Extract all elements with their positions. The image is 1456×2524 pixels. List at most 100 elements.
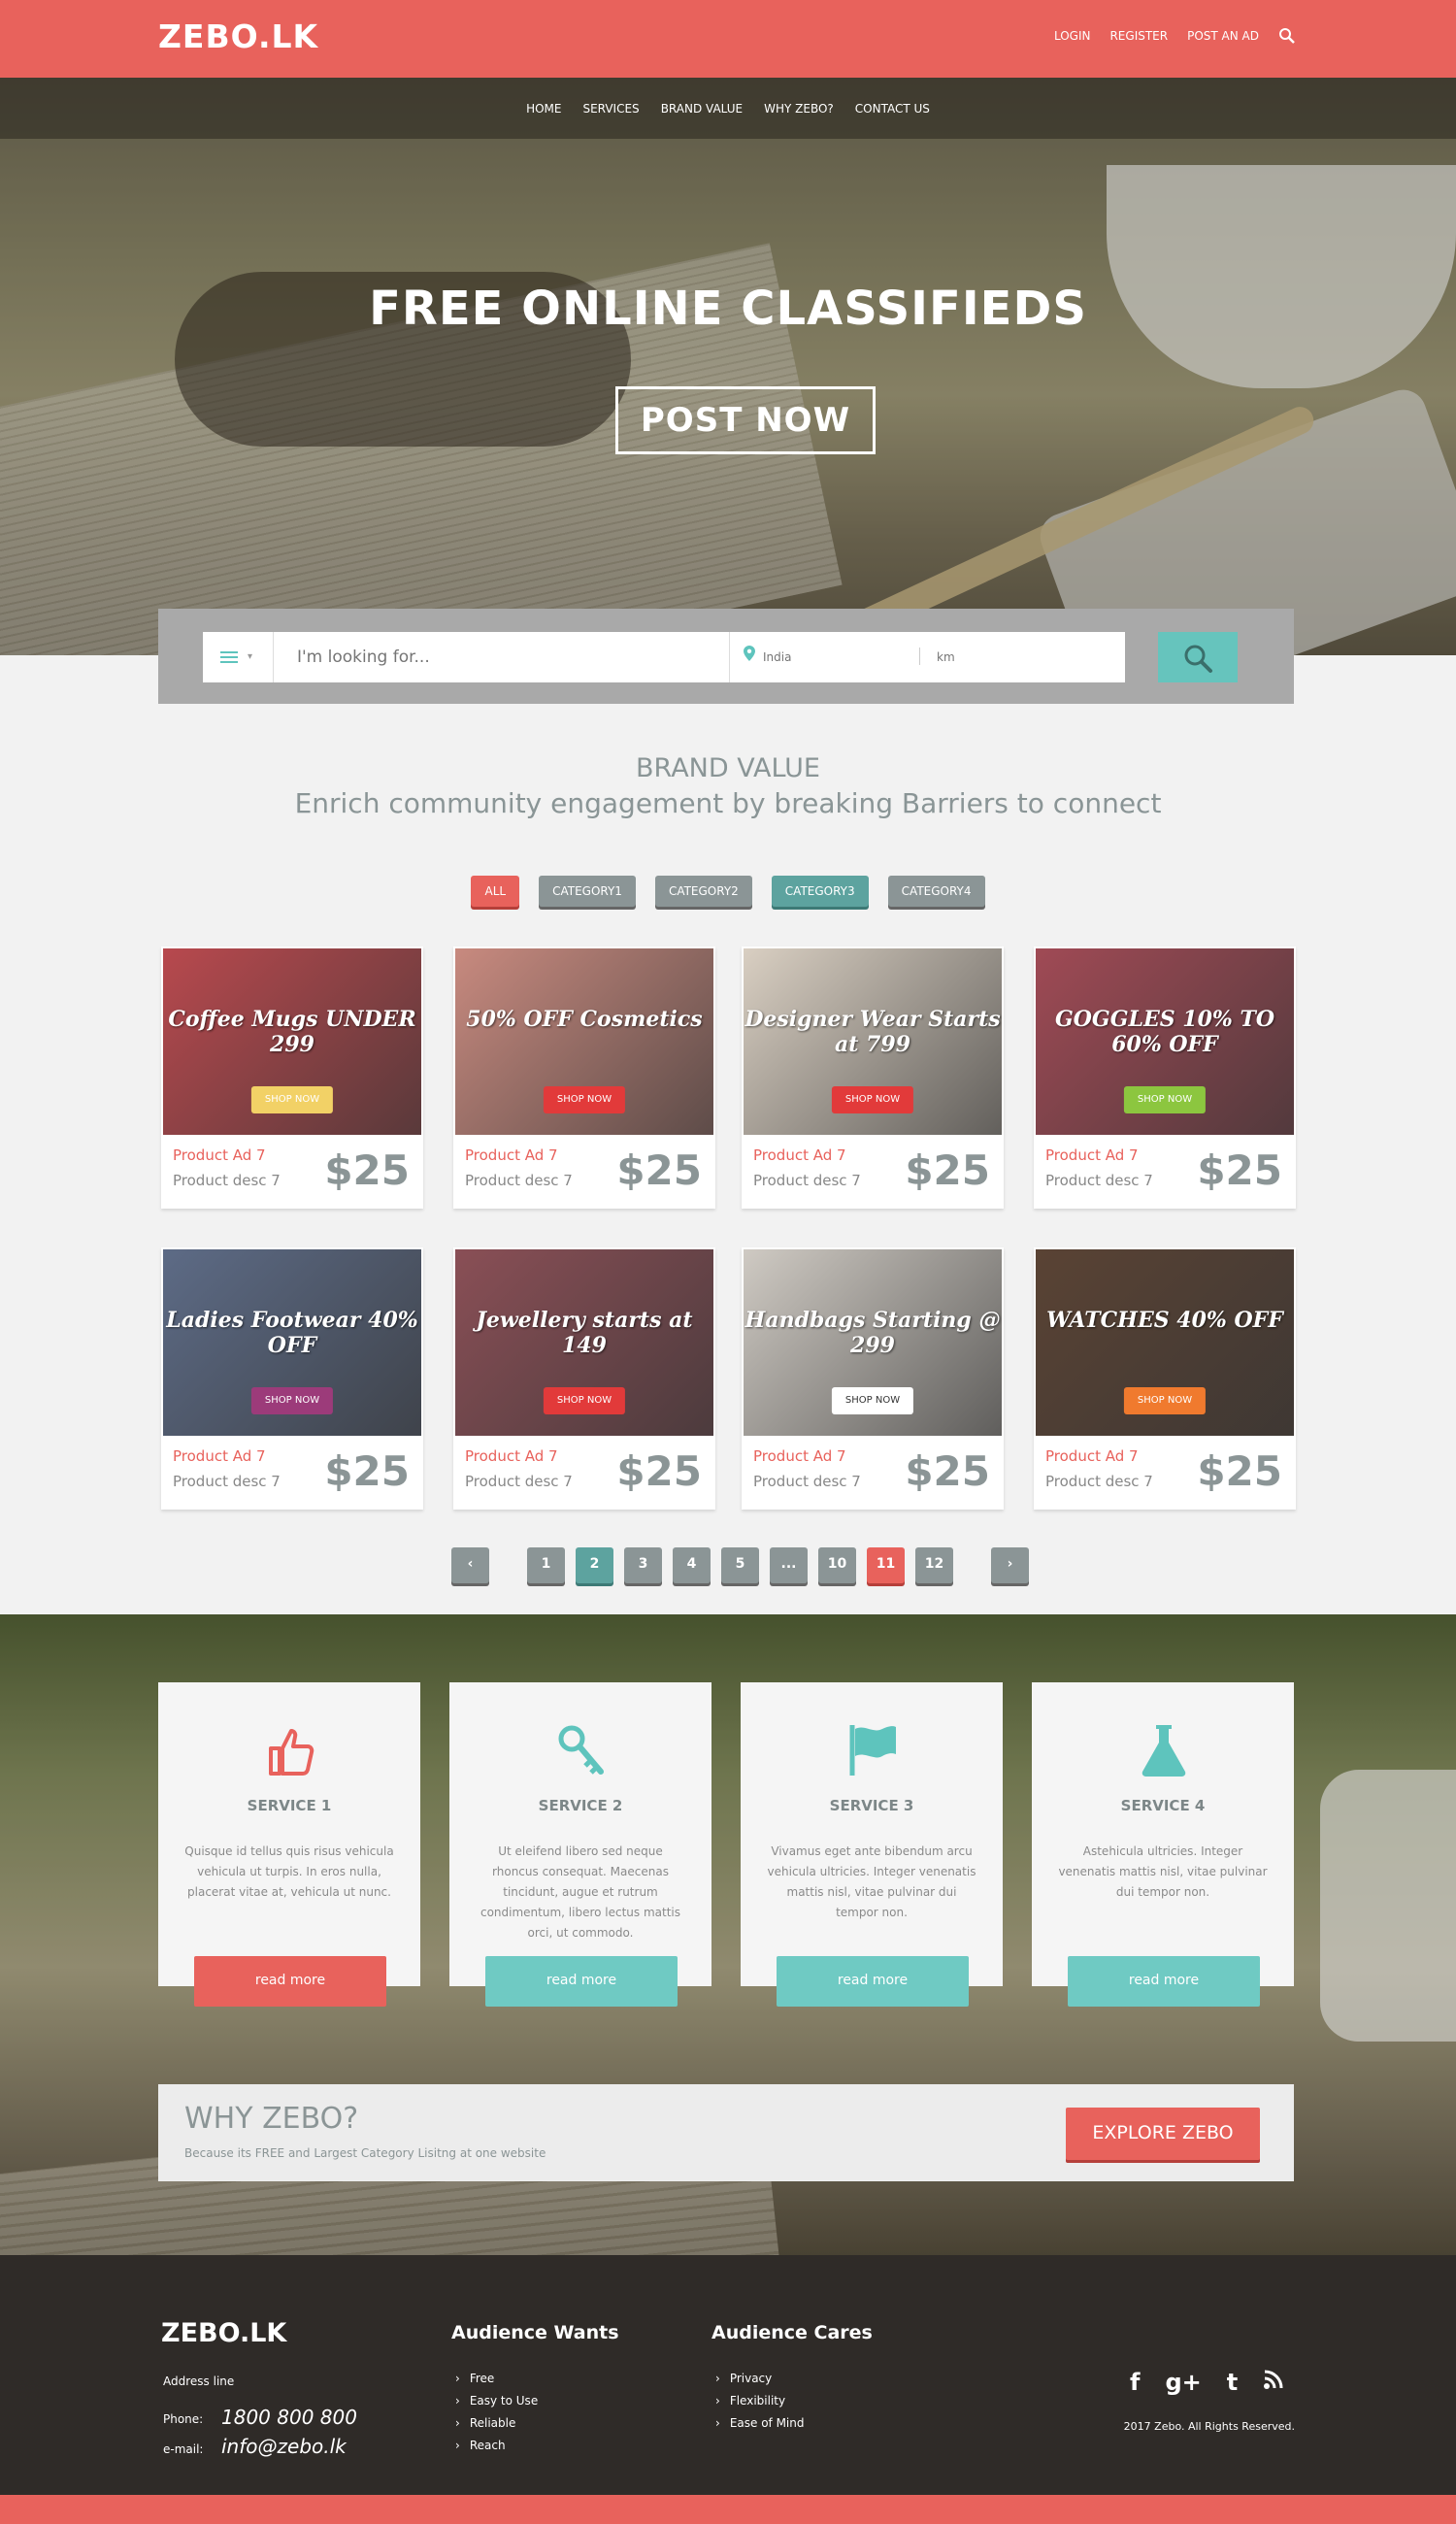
location-field[interactable] [729, 632, 919, 682]
product-card[interactable]: Handbags Starting @ 299 SHOP NOW Product A… [742, 1247, 1004, 1510]
page-4[interactable]: 4 [673, 1547, 711, 1583]
rss-icon[interactable] [1263, 2369, 1284, 2396]
product-banner-text: WATCHES 40% OFF [1046, 1308, 1283, 1333]
explore-zebo-button[interactable]: EXPLORE ZEBO [1066, 2108, 1260, 2160]
twitter-icon[interactable]: t [1227, 2369, 1238, 2396]
product-name[interactable]: Product Ad 7 [1045, 1447, 1139, 1465]
page-1[interactable]: 1 [527, 1547, 565, 1583]
footer-link[interactable]: Free [455, 2372, 538, 2394]
filter-all[interactable]: ALL [471, 876, 520, 907]
google-plus-icon[interactable]: g+ [1165, 2369, 1201, 2396]
product-image[interactable]: Jewellery starts at 149 SHOP NOW [455, 1249, 713, 1436]
product-name[interactable]: Product Ad 7 [753, 1146, 846, 1164]
category-dropdown[interactable]: ▾ [203, 632, 274, 682]
nav-home[interactable]: HOME [526, 102, 561, 116]
page-10[interactable]: 10 [818, 1547, 856, 1583]
register-link[interactable]: REGISTER [1109, 29, 1168, 43]
product-card[interactable]: Ladies Footwear 40% OFF SHOP NOW Product A… [161, 1247, 423, 1510]
distance-field[interactable] [919, 632, 1125, 682]
phone-label: Phone: [163, 2412, 204, 2426]
site-logo[interactable]: ZEBO.LK [158, 17, 318, 55]
service-text: Quisque id tellus quis risus vehicula ve… [184, 1844, 394, 1899]
prev-page-button[interactable]: ‹ [451, 1547, 489, 1583]
shop-now-button[interactable]: SHOP NOW [543, 1086, 626, 1113]
product-card[interactable]: Designer Wear Starts at 799 SHOP NOW Produ… [742, 946, 1004, 1209]
shop-now-button[interactable]: SHOP NOW [831, 1387, 914, 1414]
why-zebo-title: WHY ZEBO? [184, 2102, 359, 2136]
search-input[interactable] [274, 632, 729, 682]
product-image[interactable]: 50% OFF Cosmetics SHOP NOW [455, 948, 713, 1135]
footer-link[interactable]: Reach [455, 2439, 538, 2461]
filter-category3[interactable]: CATEGORY3 [771, 876, 869, 907]
product-description: Product desc 7 [1045, 1172, 1153, 1189]
footer-link[interactable]: Easy to Use [455, 2394, 538, 2416]
shop-now-button[interactable]: SHOP NOW [250, 1387, 334, 1414]
read-more-button[interactable]: read more [485, 1956, 678, 2007]
post-ad-link[interactable]: POST AN AD [1187, 29, 1259, 43]
product-image[interactable]: Coffee Mugs UNDER 299 SHOP NOW [163, 948, 421, 1135]
page-2[interactable]: 2 [576, 1547, 613, 1583]
post-now-button[interactable]: POST NOW [615, 386, 876, 454]
key-icon [558, 1725, 604, 1775]
nav-services[interactable]: SERVICES [582, 102, 639, 116]
product-description: Product desc 7 [753, 1172, 861, 1189]
product-name[interactable]: Product Ad 7 [1045, 1146, 1139, 1164]
product-price: $25 [324, 1447, 410, 1495]
product-card[interactable]: GOGGLES 10% TO 60% OFF SHOP NOW Product Ad… [1034, 946, 1296, 1209]
product-name[interactable]: Product Ad 7 [465, 1447, 558, 1465]
filter-category1[interactable]: CATEGORY1 [539, 876, 636, 907]
page-3[interactable]: 3 [624, 1547, 662, 1583]
product-name[interactable]: Product Ad 7 [465, 1146, 558, 1164]
read-more-button[interactable]: read more [194, 1956, 386, 2007]
nav-brand-value[interactable]: BRAND VALUE [661, 102, 743, 116]
service-card-4: SERVICE 4 Astehicula ultricies. Integer … [1032, 1682, 1294, 2007]
facebook-icon[interactable]: f [1130, 2369, 1140, 2396]
product-name[interactable]: Product Ad 7 [753, 1447, 846, 1465]
product-card[interactable]: Coffee Mugs UNDER 299 SHOP NOW Product Ad … [161, 946, 423, 1209]
magnifier-icon [1184, 645, 1212, 673]
search-button[interactable] [1158, 632, 1238, 682]
shop-now-button[interactable]: SHOP NOW [250, 1086, 334, 1113]
product-image[interactable]: Handbags Starting @ 299 SHOP NOW [744, 1249, 1002, 1436]
product-description: Product desc 7 [753, 1473, 861, 1490]
product-name[interactable]: Product Ad 7 [173, 1447, 266, 1465]
read-more-button[interactable]: read more [1068, 1956, 1260, 2007]
product-image[interactable]: GOGGLES 10% TO 60% OFF SHOP NOW [1036, 948, 1294, 1135]
search-icon[interactable] [1278, 27, 1296, 45]
nav-contact-us[interactable]: CONTACT US [855, 102, 930, 116]
location-input[interactable] [763, 632, 909, 682]
filter-category4[interactable]: CATEGORY4 [887, 876, 985, 907]
list-icon [220, 651, 238, 663]
product-price: $25 [324, 1146, 410, 1194]
footer-link[interactable]: Flexibility [715, 2394, 805, 2416]
next-page-button[interactable]: › [991, 1547, 1029, 1583]
page-5[interactable]: 5 [721, 1547, 759, 1583]
page-11[interactable]: 11 [867, 1547, 905, 1583]
phone-number[interactable]: 1800 800 800 [221, 2406, 357, 2429]
distance-input[interactable] [937, 632, 1111, 682]
nav-why-zebo[interactable]: WHY ZEBO? [764, 102, 834, 116]
footer-link[interactable]: Ease of Mind [715, 2416, 805, 2439]
page-12[interactable]: 12 [915, 1547, 953, 1583]
footer-logo[interactable]: ZEBO.LK [161, 2318, 286, 2348]
email-address[interactable]: info@zebo.lk [221, 2435, 347, 2458]
shop-now-button[interactable]: SHOP NOW [831, 1086, 914, 1113]
footer-link[interactable]: Reliable [455, 2416, 538, 2439]
login-link[interactable]: LOGIN [1054, 29, 1091, 43]
field-divider [919, 648, 920, 665]
product-card[interactable]: 50% OFF Cosmetics SHOP NOW Product Ad 7 Pro… [453, 946, 715, 1209]
filter-category2[interactable]: CATEGORY2 [654, 876, 752, 907]
product-image[interactable]: WATCHES 40% OFF SHOP NOW [1036, 1249, 1294, 1436]
product-image[interactable]: Designer Wear Starts at 799 SHOP NOW [744, 948, 1002, 1135]
product-image[interactable]: Ladies Footwear 40% OFF SHOP NOW [163, 1249, 421, 1436]
shop-now-button[interactable]: SHOP NOW [1123, 1387, 1207, 1414]
footer-link[interactable]: Privacy [715, 2372, 805, 2394]
service-title: SERVICE 3 [829, 1797, 914, 1814]
product-card[interactable]: WATCHES 40% OFF SHOP NOW Product Ad 7 Produ… [1034, 1247, 1296, 1510]
read-more-button[interactable]: read more [777, 1956, 969, 2007]
product-name[interactable]: Product Ad 7 [173, 1146, 266, 1164]
product-card[interactable]: Jewellery starts at 149 SHOP NOW Product A… [453, 1247, 715, 1510]
main-nav: HOME SERVICES BRAND VALUE WHY ZEBO? CONT… [0, 78, 1456, 139]
shop-now-button[interactable]: SHOP NOW [543, 1387, 626, 1414]
shop-now-button[interactable]: SHOP NOW [1123, 1086, 1207, 1113]
